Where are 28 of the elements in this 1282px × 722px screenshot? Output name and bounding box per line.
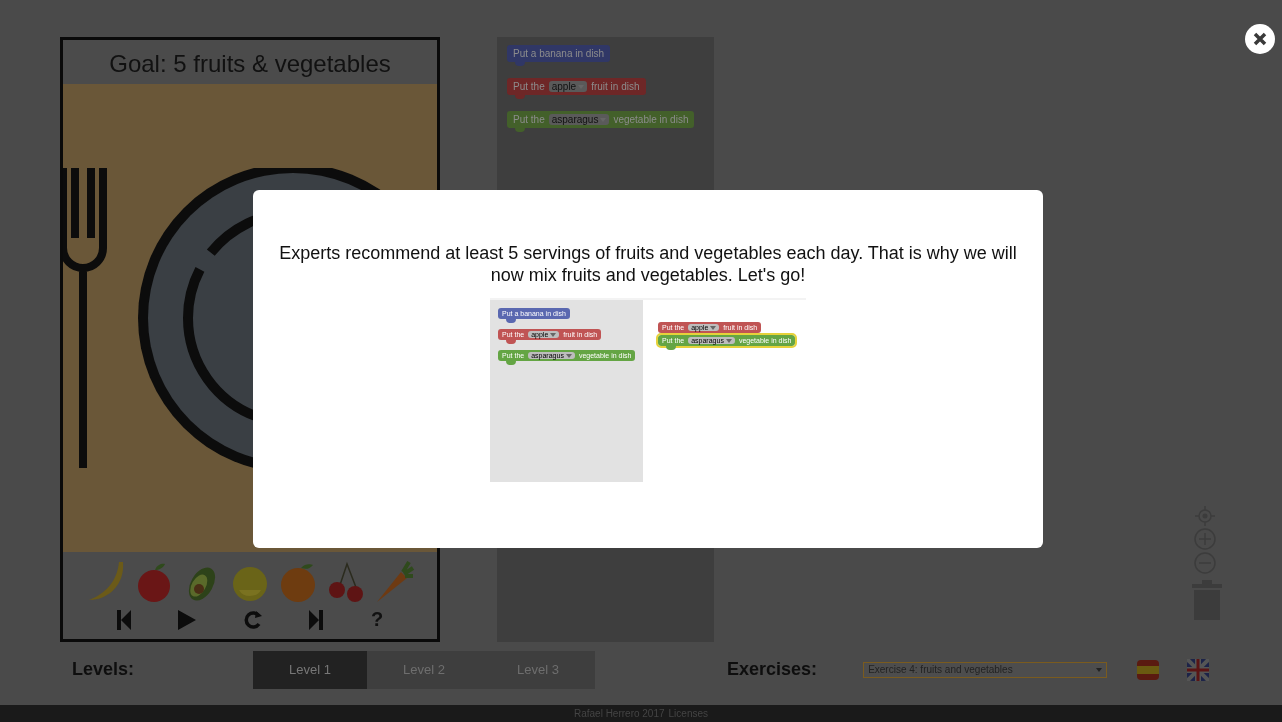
next-step-icon[interactable] xyxy=(309,609,324,630)
block-label: Put the xyxy=(513,81,545,92)
reset-icon[interactable] xyxy=(243,609,262,630)
caret-icon xyxy=(1096,667,1103,672)
dropdown-field[interactable]: apple xyxy=(548,81,588,92)
close-button[interactable] xyxy=(1245,24,1275,54)
caret-icon xyxy=(725,338,732,343)
help-button[interactable]: ? xyxy=(370,608,384,631)
close-icon[interactable] xyxy=(1253,32,1267,46)
block-label: Put the xyxy=(513,114,545,125)
levels-label: Levels: xyxy=(72,659,135,680)
spain-flag-icon[interactable] xyxy=(1137,659,1160,680)
exercises-label: Exercises: xyxy=(727,659,818,680)
first-step-icon[interactable] xyxy=(116,609,131,630)
play-icon[interactable] xyxy=(178,609,197,630)
block-label: fruit in dish xyxy=(591,81,640,92)
caret-icon xyxy=(565,353,572,358)
goal-title: Goal: 5 fruits & vegetables xyxy=(109,49,391,79)
uk-flag-icon[interactable] xyxy=(1187,658,1210,681)
block-label: Put a banana in dish xyxy=(513,48,605,59)
block-label: vegetable in dish xyxy=(613,114,689,125)
caret-icon xyxy=(710,325,717,330)
caret-icon xyxy=(578,84,585,89)
dialog-message: Experts recommend at least 5 servings of fruits and vegetables each day. That is why we will now mix fruits and vegetables. Let's go! xyxy=(278,242,1018,286)
dropdown-field[interactable]: asparagus xyxy=(548,114,610,125)
caret-icon xyxy=(600,117,607,122)
caret-icon xyxy=(550,332,557,337)
level-tab[interactable]: Level 1 xyxy=(253,650,368,689)
